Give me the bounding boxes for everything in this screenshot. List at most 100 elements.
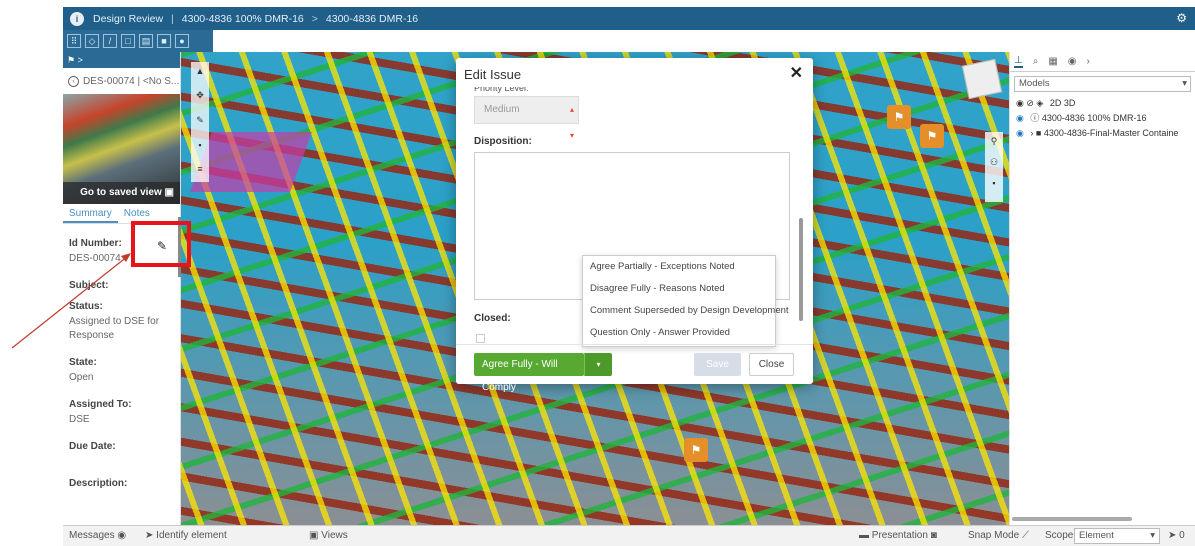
chevron-down-icon: ▾ (1182, 78, 1187, 89)
menu-item-disagree-fully[interactable]: Disagree Fully - Reasons Noted (583, 278, 775, 300)
views-button[interactable]: ▣ Views (309, 530, 348, 541)
breadcrumb-model[interactable]: 4300-4836 DMR-16 (326, 13, 418, 25)
field-assigned-to: Assigned To: DSE (63, 399, 180, 427)
presentation-button[interactable]: ▬ Presentation ◙ (859, 530, 937, 541)
layers-tool-icon[interactable]: ≡ (197, 164, 202, 174)
navigation-cube[interactable] (961, 58, 1003, 100)
selection-count-value: 0 (1179, 530, 1185, 541)
selection-count: ➤ 0 (1168, 530, 1185, 541)
agree-fully-button[interactable]: Agree Fully - Will Comply (474, 353, 584, 393)
field-label: Due Date: (69, 441, 116, 452)
field-label: State: (69, 357, 97, 368)
tree-item-model[interactable]: ◉ ⓘ 4300-4836 100% DMR-16 (1010, 111, 1195, 126)
line-tool-icon[interactable]: / (103, 34, 117, 48)
close-button[interactable]: Close (749, 353, 794, 376)
close-icon[interactable]: ✕ (790, 63, 803, 83)
field-label: Assigned To: (69, 399, 132, 410)
models-panel-tabs: ⊥ ⌕ ▦ ◉ › (1010, 52, 1195, 72)
dialog-title: Edit Issue (464, 67, 522, 82)
disposition-options-menu: Agree Partially - Exceptions Noted Disag… (582, 255, 789, 347)
menu-item-agree-partially[interactable]: Agree Partially - Exceptions Noted (583, 256, 775, 278)
pan-tool-icon[interactable]: ✥ (196, 90, 204, 101)
field-label: Status: (69, 301, 103, 312)
issue-flag-marker[interactable]: ⚑ (920, 124, 944, 148)
issue-flag-marker[interactable]: ⚑ (684, 438, 708, 462)
disposition-dropdown-toggle[interactable]: ▾ (584, 353, 612, 376)
save-button[interactable]: Save (694, 353, 741, 376)
breadcrumb-project[interactable]: 4300-4836 100% DMR-16 (182, 13, 304, 25)
delete-tool-icon[interactable]: ▪ (198, 140, 201, 150)
scope-select-value: Element (1079, 530, 1114, 541)
field-label: Description: (69, 478, 128, 489)
rectangle-tool-icon[interactable]: □ (121, 34, 135, 48)
priority-level-select[interactable]: Medium ▴ ▾ (474, 96, 579, 140)
expand-chevron-icon[interactable]: > (78, 55, 83, 65)
priority-level-label: Priority Level: (474, 87, 529, 93)
pointer-tool-icon[interactable]: ▲ (196, 66, 205, 76)
camera-icon: ▣ (164, 187, 174, 198)
snap-mode-button[interactable]: Snap Mode ⟋ (968, 530, 1029, 541)
view-toolbar: ⠿ ◇ / □ ▤ ■ ● (63, 30, 213, 52)
flag-icon[interactable]: ⚑ (67, 55, 75, 65)
saved-view-thumbnail[interactable]: Go to saved view ▣ (63, 94, 180, 204)
menu-item-comment-superseded[interactable]: Comment Superseded by Design Development (583, 300, 789, 322)
presentation-label: Presentation (871, 530, 928, 541)
menu-item-question-only[interactable]: Question Only - Answer Provided (583, 322, 775, 344)
scope-label: Scope: (1045, 530, 1077, 541)
tab-summary[interactable]: Summary (63, 204, 118, 223)
identify-element-button[interactable]: ➤ Identify element (145, 530, 227, 541)
tree-item-label: 4300-4836 100% DMR-16 (1041, 113, 1147, 123)
cursor-icon: ➤ (1168, 530, 1180, 541)
markup-tool-icon[interactable]: ▤ (139, 34, 153, 48)
models-panel-scrollbar[interactable] (1012, 517, 1132, 521)
pen-tool-icon[interactable]: ✎ (196, 115, 204, 126)
search-tab-icon[interactable]: ⌕ (1033, 56, 1039, 67)
issue-title: DES-00074 | <No S... (83, 75, 180, 87)
closed-checkbox[interactable] (476, 334, 485, 343)
record-tool-icon[interactable]: ● (175, 34, 189, 48)
more-tabs-chevron-icon[interactable]: › (1087, 56, 1090, 67)
disposition-label: Disposition: (474, 136, 532, 147)
models-select[interactable]: Models ▾ (1014, 76, 1191, 92)
tree-item-label: 4300-4836-Final-Master Containe (1043, 128, 1179, 138)
app-logo-icon[interactable]: i (70, 11, 84, 26)
messages-label: Messages (69, 530, 115, 541)
eye-icon[interactable]: ◉ (1016, 128, 1024, 138)
edit-issue-dialog: Edit Issue ✕ Priority Level: Medium ▴ ▾ D… (456, 58, 813, 393)
fill-tool-icon[interactable]: ■ (157, 34, 171, 48)
dimension-toggle-label[interactable]: 2D 3D (1050, 98, 1076, 108)
appearance-tab-icon[interactable]: ◉ (1068, 56, 1077, 67)
properties-tab-icon[interactable]: ▦ (1048, 56, 1057, 67)
closed-label: Closed: (474, 313, 511, 324)
dialog-scrollbar[interactable] (799, 218, 803, 321)
eye-icon[interactable]: ◉ (1016, 113, 1024, 123)
issue-flag-marker[interactable]: ⚑ (887, 105, 911, 129)
messages-button[interactable]: Messages ◉ (69, 530, 126, 541)
model-tree-tab-icon[interactable]: ⊥ (1014, 55, 1023, 68)
app-title[interactable]: Design Review (93, 13, 163, 25)
scope-select[interactable]: Element ▾ (1074, 528, 1160, 544)
box-tool-icon[interactable]: ▪ (992, 178, 995, 188)
eye-icon[interactable]: ◉ ⊘ ◈ (1016, 98, 1043, 108)
go-to-saved-view-label: Go to saved view (80, 187, 162, 198)
tree-item-container[interactable]: ◉ › ■ 4300-4836-Final-Master Containe (1010, 126, 1195, 141)
cursor-icon: ➤ (145, 530, 157, 541)
go-to-saved-view-button[interactable]: Go to saved view ▣ (63, 182, 180, 204)
walk-tool-icon[interactable]: ⚲ (991, 136, 998, 147)
messages-bell-icon: ◉ (117, 530, 127, 541)
drag-grip-icon[interactable]: ⠿ (67, 34, 81, 48)
snap-mode-label: Snap Mode (968, 530, 1020, 541)
priority-value: Medium (484, 104, 520, 115)
issue-panel: ⚑ > ‹ DES-00074 | <No S... Go to saved v… (63, 52, 181, 525)
issue-panel-header: ⚑ > (63, 52, 180, 68)
field-value: Open (69, 372, 94, 383)
people-tool-icon[interactable]: ⚇ (990, 157, 998, 168)
settings-gear-icon[interactable]: ⚙ (1176, 11, 1187, 25)
breadcrumb-chevron: > (311, 12, 318, 25)
camera-icon: ◙ (930, 530, 937, 541)
views-icon: ▣ (309, 530, 322, 541)
design-review-app: i Design Review | 4300-4836 100% DMR-16 … (63, 7, 1195, 546)
select-tool-icon[interactable]: ◇ (85, 34, 99, 48)
models-panel: ⊥ ⌕ ▦ ◉ › Models ▾ ◉ ⊘ ◈ 2D 3D ◉ ⓘ 4300-… (1009, 52, 1195, 525)
back-arrow-icon[interactable]: ‹ (68, 75, 79, 87)
